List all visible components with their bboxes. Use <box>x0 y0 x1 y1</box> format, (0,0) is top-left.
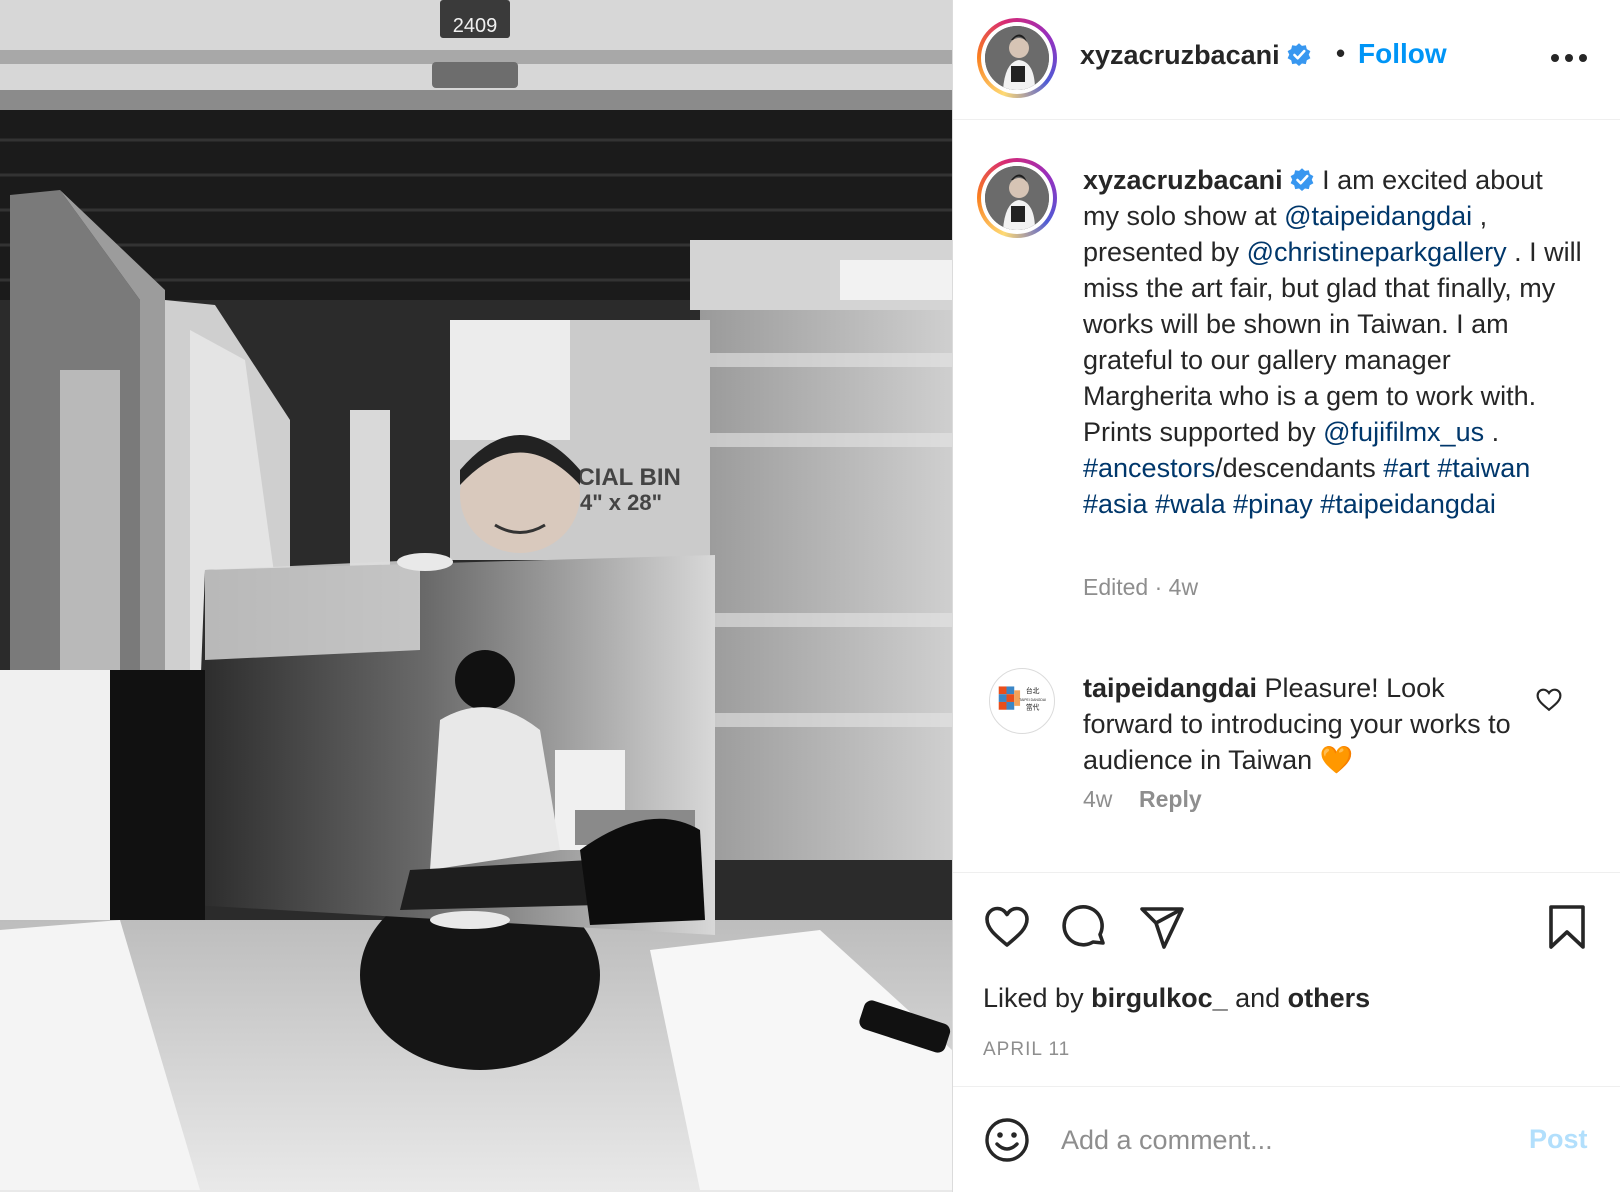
comment-input[interactable] <box>1061 1112 1501 1168</box>
bookmark-icon[interactable] <box>1543 903 1591 951</box>
photo-illustration: 2409 RCIAL BIN 4" x 28" <box>0 0 952 1192</box>
heart-icon[interactable] <box>983 903 1031 951</box>
liked-mid: and <box>1227 983 1288 1013</box>
unit-number: 2409 <box>453 15 498 37</box>
avatar-image <box>985 166 1049 230</box>
mention-christineparkgallery[interactable]: @christineparkgallery <box>1247 237 1507 267</box>
hashtag-asia[interactable]: #asia <box>1083 489 1148 519</box>
header-separator: • <box>1336 38 1346 68</box>
post-details-panel: xyzacruzbacani • Follow xyzacruzbacani I… <box>953 0 1620 1192</box>
post-header: xyzacruzbacani • Follow <box>953 0 1620 120</box>
hashtag-taiwan[interactable]: #taiwan <box>1437 453 1530 483</box>
caption-meta: Edited · 4w <box>1083 574 1199 600</box>
mention-taipeidangdai[interactable]: @taipeidangdai <box>1284 201 1472 231</box>
hashtag-art[interactable]: #art <box>1383 453 1430 483</box>
post-date[interactable]: APRIL 11 <box>983 1039 1070 1061</box>
send-icon[interactable] <box>1138 903 1186 951</box>
more-horizontal-icon[interactable] <box>1550 52 1588 64</box>
add-comment-bar: Post <box>953 1088 1620 1192</box>
instagram-post: 2409 RCIAL BIN 4" x 28" xyzacruzbacani •… <box>0 0 1620 1192</box>
author-username-text[interactable]: xyzacruzbacani <box>1080 40 1280 70</box>
hashtag-ancestors[interactable]: #ancestors <box>1083 453 1215 483</box>
commenter-username[interactable]: taipeidangdai <box>1083 673 1257 703</box>
hashtag-wala[interactable]: #wala <box>1155 489 1226 519</box>
box-label-line2: 4" x 28" <box>580 490 662 515</box>
hashtag-taipeidangdai[interactable]: #taipeidangdai <box>1320 489 1496 519</box>
comment-time: 4w <box>1083 786 1113 812</box>
hashtag-pinay[interactable]: #pinay <box>1233 489 1313 519</box>
verified-badge-icon <box>1290 168 1313 192</box>
logo-text-bottom: 當代 <box>1026 703 1040 712</box>
comment-body: taipeidangdai Pleasure! Look forward to … <box>1083 670 1523 778</box>
comment-icon[interactable] <box>1061 903 1109 951</box>
mention-fujifilmx[interactable]: @fujifilmx_us <box>1323 417 1484 447</box>
caption-text-seg3: . I will miss the art fair, but glad tha… <box>1083 237 1582 447</box>
verified-badge-icon <box>1287 43 1310 67</box>
author-username[interactable]: xyzacruzbacani <box>1080 40 1312 71</box>
taipeidangdai-logo: 台北 TAIPEI DANGDAI 當代 <box>998 686 1046 712</box>
post-photo[interactable]: 2409 RCIAL BIN 4" x 28" <box>0 0 952 1192</box>
liked-others[interactable]: others <box>1288 983 1371 1013</box>
post-actions: Liked by birgulkoc_ and others APRIL 11 <box>953 872 1620 1087</box>
logo-text-top: 台北 <box>1026 686 1040 695</box>
post-caption: xyzacruzbacani I am excited about my sol… <box>1083 162 1583 522</box>
avatar-image <box>985 26 1049 90</box>
comment-like-heart-icon[interactable] <box>1536 688 1562 712</box>
caption-author-avatar[interactable] <box>977 158 1057 238</box>
caption-text-seg4: . <box>1484 417 1500 447</box>
caption-text-seg5: /descendants <box>1215 453 1384 483</box>
comment-emoji: 🧡 <box>1319 745 1354 775</box>
smiley-icon[interactable] <box>983 1116 1031 1164</box>
liked-user[interactable]: birgulkoc_ <box>1091 983 1228 1013</box>
likes-summary: Liked by birgulkoc_ and others <box>983 983 1370 1014</box>
caption-username[interactable]: xyzacruzbacani <box>1083 165 1283 195</box>
follow-button[interactable]: Follow <box>1358 38 1447 70</box>
reply-button[interactable]: Reply <box>1139 786 1202 813</box>
author-avatar[interactable] <box>977 18 1057 98</box>
liked-prefix: Liked by <box>983 983 1092 1013</box>
post-comment-button[interactable]: Post <box>1529 1124 1588 1155</box>
logo-text-mid: TAIPEI DANGDAI <box>1019 698 1046 702</box>
commenter-avatar[interactable]: 台北 TAIPEI DANGDAI 當代 <box>989 668 1055 734</box>
